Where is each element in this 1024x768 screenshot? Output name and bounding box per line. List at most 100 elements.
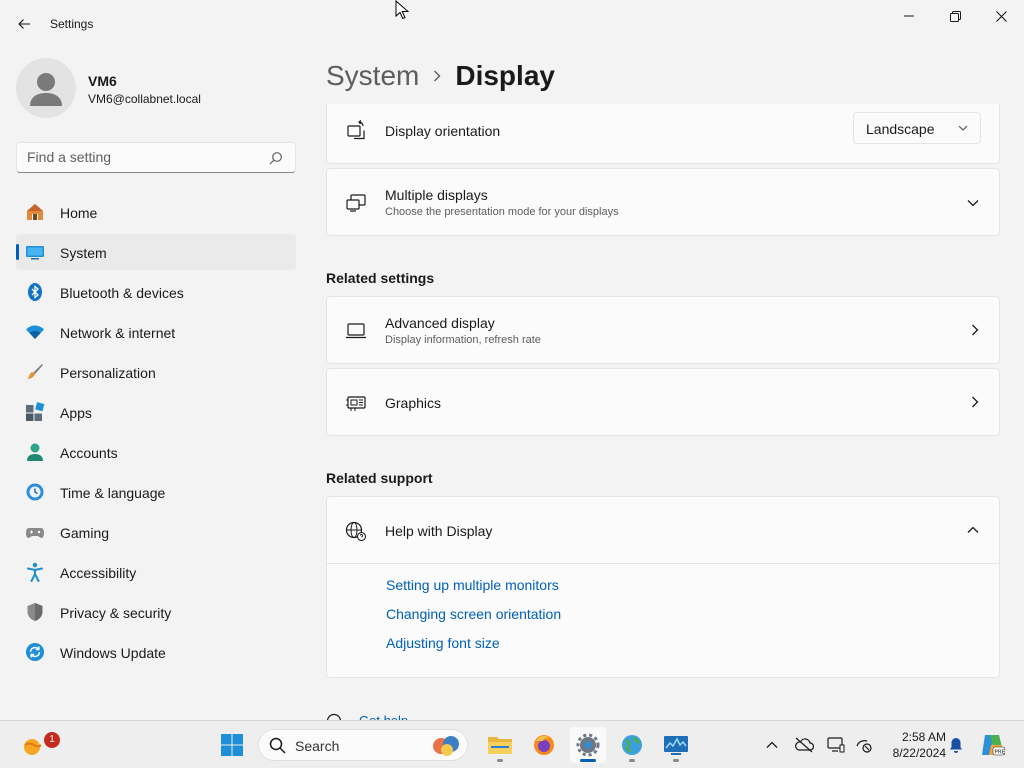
- sidebar-item-label: Gaming: [60, 525, 110, 541]
- profile-email: VM6@collabnet.local: [88, 92, 201, 106]
- taskbar-search[interactable]: Search: [258, 729, 468, 761]
- search-highlight-icon: [433, 736, 459, 756]
- display-orientation-label: Display orientation: [385, 123, 501, 139]
- taskbar-monitor-app[interactable]: [658, 727, 694, 763]
- help-with-display-label: Help with Display: [385, 523, 493, 539]
- search-icon: [269, 737, 286, 754]
- taskbar-file-explorer[interactable]: [482, 727, 518, 763]
- multiple-displays-card[interactable]: Multiple displays Choose the presentatio…: [326, 168, 1000, 236]
- title-bar: Settings: [0, 0, 1024, 48]
- graphics-card[interactable]: Graphics: [326, 368, 1000, 436]
- sidebar-item-time-language[interactable]: Time & language: [16, 474, 296, 510]
- clock-time: 2:58 AM: [901, 730, 946, 744]
- minimize-button[interactable]: [886, 0, 932, 32]
- user-profile[interactable]: VM6 VM6@collabnet.local: [16, 58, 296, 118]
- sidebar-item-label: Accounts: [60, 445, 118, 461]
- active-indicator: [580, 759, 596, 762]
- system-clock[interactable]: 2:58 AM 8/22/2024: [880, 729, 946, 761]
- sidebar-item-label: Windows Update: [60, 645, 166, 661]
- start-button[interactable]: [214, 727, 250, 763]
- sidebar-item-label: Privacy & security: [60, 605, 172, 621]
- sidebar-item-label: System: [60, 245, 107, 261]
- accounts-icon: [27, 443, 43, 461]
- chevron-right-icon: [434, 70, 441, 82]
- tray-display[interactable]: [822, 727, 850, 763]
- sidebar-item-apps[interactable]: Apps: [16, 394, 296, 430]
- chevron-down-icon: [967, 200, 979, 207]
- sidebar-item-label: Apps: [60, 405, 92, 421]
- sidebar-item-label: Home: [60, 205, 98, 221]
- mouse-cursor-icon: [395, 0, 409, 20]
- profile-name: VM6: [88, 73, 117, 89]
- display-tray-icon: [827, 737, 845, 753]
- copilot-button[interactable]: PRE: [974, 727, 1010, 763]
- sidebar-item-network[interactable]: Network & internet: [16, 314, 296, 350]
- restore-icon: [949, 10, 961, 22]
- multiple-displays-icon: [346, 194, 366, 212]
- help-with-display-header[interactable]: Help with Display: [327, 497, 999, 564]
- taskbar-search-label: Search: [295, 738, 340, 754]
- show-hidden-icons-button[interactable]: [758, 727, 786, 763]
- breadcrumb: System Display: [326, 58, 555, 94]
- breadcrumb-parent[interactable]: System: [326, 60, 419, 92]
- search-input[interactable]: [27, 149, 257, 165]
- firefox-icon: [534, 735, 554, 755]
- search-icon[interactable]: [269, 151, 283, 165]
- accessibility-icon: [27, 562, 43, 582]
- multiple-displays-description: Choose the presentation mode for your di…: [385, 206, 619, 218]
- related-settings-heading: Related settings: [326, 270, 435, 286]
- cloud-offline-icon: [795, 737, 814, 753]
- sidebar-item-bluetooth[interactable]: Bluetooth & devices: [16, 274, 296, 310]
- orientation-value: Landscape: [866, 121, 935, 137]
- sidebar-item-windows-update[interactable]: Windows Update: [16, 634, 296, 670]
- sidebar-item-privacy-security[interactable]: Privacy & security: [16, 594, 296, 630]
- restore-button[interactable]: [932, 0, 978, 32]
- sidebar-item-accessibility[interactable]: Accessibility: [16, 554, 296, 590]
- orientation-dropdown[interactable]: Landscape: [853, 112, 981, 144]
- monitor-icon: [346, 323, 366, 339]
- help-link-multiple-monitors[interactable]: Setting up multiple monitors: [386, 577, 561, 594]
- bluetooth-icon: [28, 283, 42, 301]
- chevron-down-icon: [958, 125, 968, 131]
- running-indicator: [629, 759, 635, 762]
- close-icon: [995, 10, 1007, 22]
- globe-app-icon: [622, 735, 642, 755]
- taskbar-settings[interactable]: [570, 727, 606, 763]
- bell-icon: [950, 738, 962, 753]
- help-link-font-size[interactable]: Adjusting font size: [386, 635, 561, 652]
- copilot-icon: PRE: [982, 735, 1005, 756]
- settings-search: [16, 142, 296, 173]
- wifi-icon: [26, 325, 44, 339]
- help-link-screen-orientation[interactable]: Changing screen orientation: [386, 606, 561, 623]
- graphics-card-icon: [346, 396, 366, 411]
- taskbar-weather-widget[interactable]: 1: [14, 727, 60, 763]
- sidebar-item-accounts[interactable]: Accounts: [16, 434, 296, 470]
- back-button[interactable]: [10, 10, 38, 38]
- sidebar-nav: Home System Bluetooth & devices Network …: [16, 194, 296, 674]
- page-title: Display: [455, 60, 555, 91]
- multiple-displays-label: Multiple displays: [385, 187, 488, 203]
- sidebar-item-system[interactable]: System: [16, 234, 296, 270]
- running-indicator: [497, 759, 503, 762]
- sidebar-item-personalization[interactable]: Personalization: [16, 354, 296, 390]
- chevron-right-icon: [972, 324, 979, 336]
- sidebar-item-label: Network & internet: [60, 325, 176, 341]
- graphics-label: Graphics: [385, 395, 442, 411]
- advanced-display-label: Advanced display: [385, 315, 495, 331]
- help-globe-icon: [345, 521, 367, 542]
- tray-onedrive-offline[interactable]: [790, 727, 818, 763]
- tray-network[interactable]: [850, 727, 878, 763]
- sidebar-item-gaming[interactable]: Gaming: [16, 514, 296, 550]
- windows-logo-icon: [221, 734, 243, 756]
- sidebar-item-home[interactable]: Home: [16, 194, 296, 230]
- close-button[interactable]: [978, 0, 1024, 32]
- app-title: Settings: [50, 17, 94, 31]
- update-icon: [26, 643, 44, 661]
- advanced-display-card[interactable]: Advanced display Display information, re…: [326, 296, 1000, 364]
- advanced-display-description: Display information, refresh rate: [385, 334, 541, 346]
- settings-gear-icon: [576, 733, 600, 757]
- notifications-button[interactable]: [944, 727, 968, 763]
- taskbar-network-app[interactable]: [614, 727, 650, 763]
- display-orientation-icon: [347, 120, 365, 140]
- taskbar-firefox[interactable]: [526, 727, 562, 763]
